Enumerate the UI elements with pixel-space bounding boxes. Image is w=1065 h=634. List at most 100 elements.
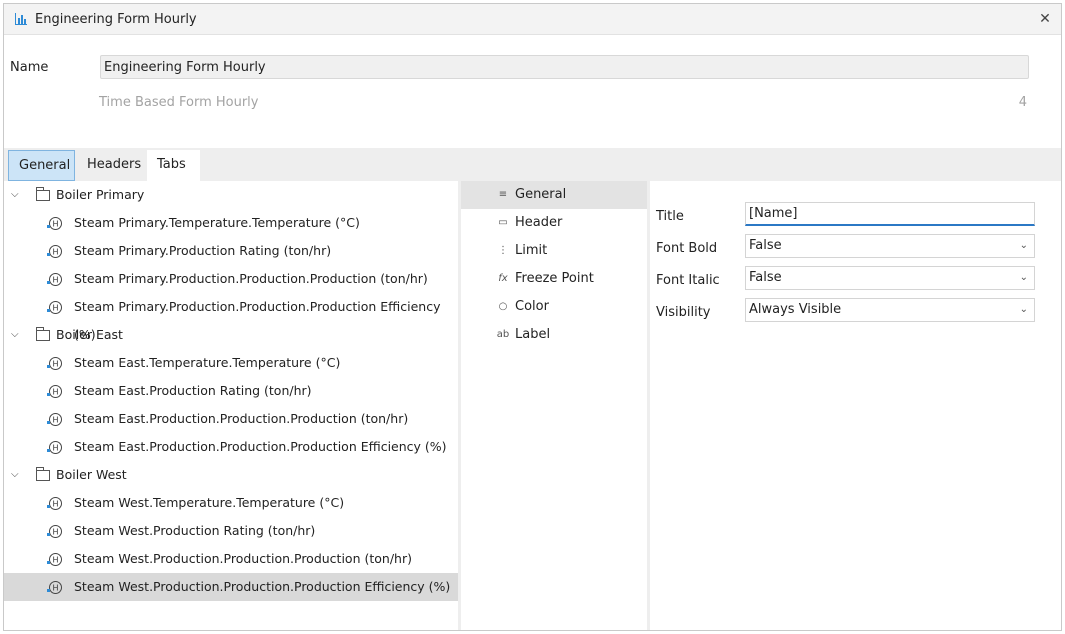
tree-item-row[interactable]: H Steam Primary.Production.Production.Pro… — [4, 265, 458, 293]
tree-item-label: Steam West.Production.Production.Product… — [74, 579, 451, 594]
category-item[interactable]: ⋮ Limit — [461, 237, 647, 265]
label-icon: ab — [496, 329, 510, 340]
tree-item-row[interactable]: H Steam West.Temperature.Temperature (°C) — [4, 489, 458, 517]
svg-text:H: H — [52, 360, 58, 369]
item-count: 4 — [1018, 95, 1027, 110]
header-icon: ▭ — [498, 217, 508, 228]
historian-tag-icon: H — [47, 301, 62, 314]
list-icon: ≡ — [498, 189, 508, 200]
chevron-down-icon[interactable]: ⌵ — [11, 181, 23, 209]
tree-item-label: Steam West.Production Rating (ton/hr) — [74, 523, 316, 538]
chevron-down-icon: ⌄ — [1019, 304, 1028, 315]
tree-item-label: Steam East.Temperature.Temperature (°C) — [74, 355, 341, 370]
tree-item-row[interactable]: H Steam East.Production.Production.Produc… — [4, 433, 458, 461]
svg-text:H: H — [52, 528, 58, 537]
name-input[interactable] — [100, 55, 1029, 79]
form-editor-window: Engineering Form Hourly ✕ Name Time Base… — [3, 3, 1062, 631]
tree-item-label: Steam Primary.Temperature.Temperature (°… — [74, 215, 360, 230]
tree-item-row[interactable]: H Steam Primary.Temperature.Temperature (… — [4, 209, 458, 237]
category-label: Limit — [515, 243, 548, 258]
tree-item-label: Steam East.Production Rating (ton/hr) — [74, 383, 312, 398]
close-button[interactable]: ✕ — [1035, 9, 1055, 29]
font-bold-label: Font Bold — [656, 241, 718, 256]
font-bold-value: False — [749, 238, 782, 253]
tree-group-row[interactable]: ⌵ Boiler Primary — [4, 181, 458, 209]
folder-icon — [36, 327, 50, 341]
historian-tag-icon: H — [47, 273, 62, 286]
svg-text:H: H — [52, 248, 58, 257]
color-icon: ○ — [498, 301, 508, 312]
font-italic-value: False — [749, 270, 782, 285]
tab-headers[interactable]: Headers — [77, 150, 147, 181]
font-bold-select[interactable]: False ⌄ — [745, 234, 1035, 258]
tab-tabs[interactable]: Tabs — [147, 150, 200, 181]
tree-item-label: Steam Primary.Production Rating (ton/hr) — [74, 243, 332, 258]
svg-text:H: H — [52, 220, 58, 229]
chevron-down-icon[interactable]: ⌵ — [11, 321, 23, 349]
svg-text:H: H — [52, 388, 58, 397]
category-label: Freeze Point — [515, 271, 594, 286]
category-item[interactable]: ≡ General — [461, 181, 647, 209]
tree-group-label: Boiler East — [56, 327, 123, 342]
font-italic-label: Font Italic — [656, 273, 720, 288]
historian-tag-icon: H — [47, 245, 62, 258]
tree-item-label: Steam West.Production.Production.Product… — [74, 551, 412, 566]
property-panel: Title Font Bold False ⌄ Font Italic Fals… — [650, 181, 1061, 630]
category-item[interactable]: ○ Color — [461, 293, 647, 321]
tag-tree: ⌵ Boiler Primary H Steam Primary.Temperatur… — [4, 181, 458, 630]
chevron-down-icon[interactable]: ⌵ — [11, 461, 23, 489]
category-label: Label — [515, 327, 551, 342]
tree-group-label: Boiler Primary — [56, 187, 145, 202]
chart-icon — [15, 13, 27, 25]
visibility-select[interactable]: Always Visible ⌄ — [745, 298, 1035, 322]
svg-text:H: H — [52, 500, 58, 509]
category-list: ≡ General ▭ Header ⋮ Limit fx Freeze Point ○ Colo… — [461, 181, 647, 630]
font-italic-select[interactable]: False ⌄ — [745, 266, 1035, 290]
historian-tag-icon: H — [47, 525, 62, 538]
chevron-down-icon: ⌄ — [1019, 240, 1028, 251]
category-label: General — [515, 187, 567, 202]
svg-text:H: H — [52, 304, 58, 313]
tree-item-row[interactable]: H Steam West.Production.Production.Produc… — [4, 545, 458, 573]
category-item[interactable]: fx Freeze Point — [461, 265, 647, 293]
category-label: Color — [515, 299, 549, 314]
function-icon: fx — [498, 273, 508, 284]
category-label: Header — [515, 215, 563, 230]
tree-item-row[interactable]: H Steam Primary.Production Rating (ton/hr… — [4, 237, 458, 265]
tree-group-row[interactable]: ⌵ Boiler East — [4, 321, 458, 349]
historian-tag-icon: H — [47, 385, 62, 398]
historian-tag-icon: H — [47, 357, 62, 370]
tree-item-label: Steam East.Production.Production.Product… — [74, 439, 447, 454]
tree-item-row[interactable]: H Steam East.Temperature.Temperature (°C) — [4, 349, 458, 377]
historian-tag-icon: H — [47, 217, 62, 230]
tab-strip: General Headers Tabs — [4, 148, 1061, 181]
tree-item-row[interactable]: H Steam West.Production.Production.Produc… — [4, 573, 458, 601]
tree-item-row[interactable]: H Steam West.Production Rating (ton/hr) — [4, 517, 458, 545]
folder-icon — [36, 187, 50, 201]
title-label: Title — [656, 209, 684, 224]
tab-general[interactable]: General — [8, 150, 75, 181]
tree-item-row[interactable]: H Steam East.Production.Production.Produc… — [4, 405, 458, 433]
window-title: Engineering Form Hourly — [35, 12, 197, 27]
title-field[interactable] — [745, 202, 1035, 226]
historian-tag-icon: H — [47, 413, 62, 426]
limit-icon: ⋮ — [498, 245, 508, 256]
title-bar: Engineering Form Hourly ✕ — [4, 4, 1061, 35]
chevron-down-icon: ⌄ — [1019, 272, 1028, 283]
visibility-label: Visibility — [656, 305, 711, 320]
category-item[interactable]: ab Label — [461, 321, 647, 349]
historian-tag-icon: H — [47, 581, 62, 594]
svg-text:H: H — [52, 444, 58, 453]
tree-item-label: Steam West.Temperature.Temperature (°C) — [74, 495, 345, 510]
historian-tag-icon: H — [47, 553, 62, 566]
tree-group-row[interactable]: ⌵ Boiler West — [4, 461, 458, 489]
svg-text:H: H — [52, 556, 58, 565]
tree-item-row[interactable]: H Steam Primary.Production.Production.Pro… — [4, 293, 458, 342]
tree-item-label: Steam Primary.Production.Production.Prod… — [74, 271, 428, 286]
tree-item-row[interactable]: H Steam East.Production Rating (ton/hr) — [4, 377, 458, 405]
name-label: Name — [10, 60, 49, 75]
form-description: Time Based Form Hourly — [99, 95, 259, 110]
svg-text:H: H — [52, 584, 58, 593]
tree-group-label: Boiler West — [56, 467, 127, 482]
category-item[interactable]: ▭ Header — [461, 209, 647, 237]
